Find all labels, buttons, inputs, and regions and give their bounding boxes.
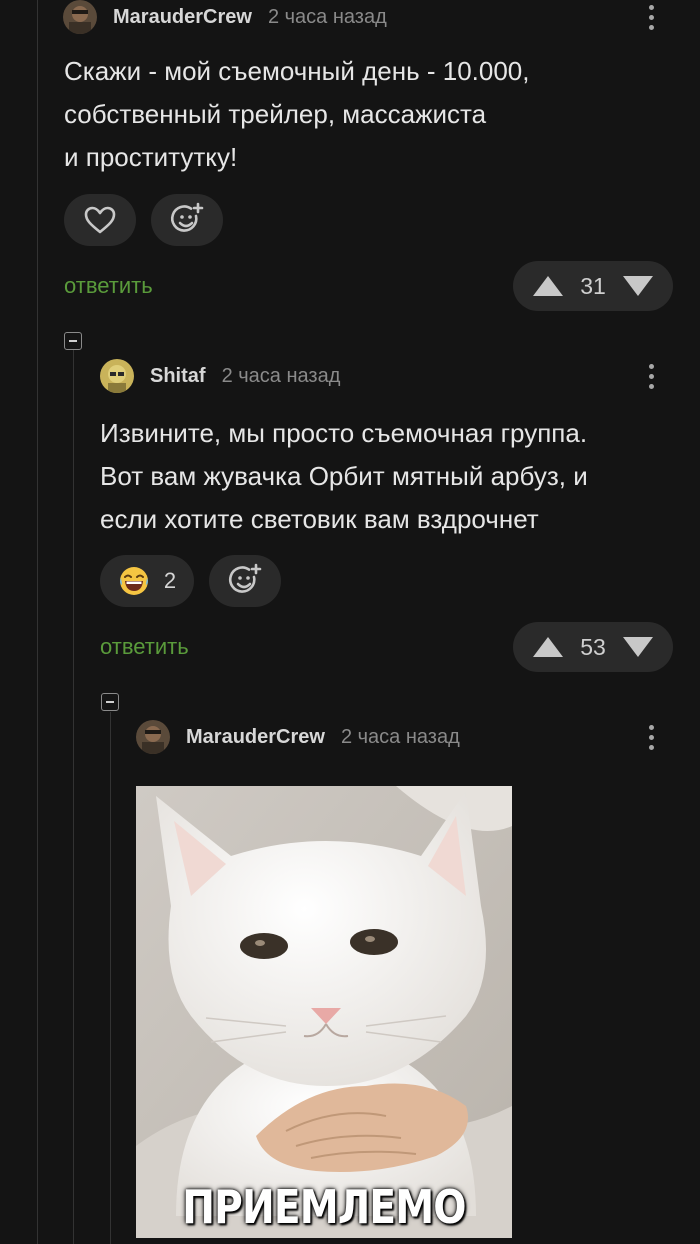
author-name[interactable]: MarauderCrew (186, 726, 325, 749)
add-reaction-icon (170, 202, 204, 232)
like-button[interactable] (64, 194, 136, 246)
comment-timestamp[interactable]: 2 часа назад (268, 6, 387, 29)
thread-line-level-1 (73, 350, 74, 1244)
vote-widget: 53 (513, 622, 673, 672)
reply-link[interactable]: ответить (100, 634, 189, 660)
triangle-up-icon[interactable] (531, 274, 565, 298)
white-cat-image (136, 786, 512, 1238)
author-name[interactable]: MarauderCrew (113, 6, 252, 29)
kebab-menu-icon[interactable] (641, 720, 661, 754)
comment-text: Извините, мы просто съемочная группа. Во… (100, 418, 588, 534)
comment-timestamp[interactable]: 2 часа назад (222, 365, 341, 388)
comment-text: Скажи - мой съемочный день - 10.000, соб… (64, 56, 530, 172)
reaction-count: 2 (163, 568, 177, 593)
kebab-menu-icon[interactable] (641, 359, 661, 393)
avatar[interactable] (100, 359, 134, 393)
heart-icon (84, 206, 116, 234)
collapse-icon[interactable] (101, 693, 119, 711)
triangle-up-icon[interactable] (531, 635, 565, 659)
author-name[interactable]: Shitaf (150, 365, 206, 388)
avatar[interactable] (63, 0, 97, 34)
comment-image[interactable]: ПРИЕМЛЕМО (136, 786, 512, 1238)
reply-link[interactable]: ответить (64, 273, 153, 299)
vote-widget: 31 (513, 261, 673, 311)
vote-score: 53 (580, 633, 606, 660)
comment-header: MarauderCrew 2 часа назад (63, 0, 387, 34)
thread-line-level-0 (37, 0, 38, 1244)
kebab-menu-icon[interactable] (641, 0, 661, 34)
image-caption: ПРИЕМЛЕМО (182, 1180, 466, 1234)
comment-header: MarauderCrew 2 часа назад (136, 720, 460, 754)
comment-timestamp[interactable]: 2 часа назад (341, 726, 460, 749)
thread-line-level-2 (110, 712, 111, 1244)
add-reaction-button[interactable] (151, 194, 223, 246)
collapse-icon[interactable] (64, 332, 82, 350)
laughing-emoji-icon (119, 567, 148, 595)
avatar[interactable] (136, 720, 170, 754)
triangle-down-icon[interactable] (621, 274, 655, 298)
reaction-pill[interactable]: 2 (100, 555, 194, 607)
add-reaction-icon (228, 563, 262, 593)
triangle-down-icon[interactable] (621, 635, 655, 659)
comment-header: Shitaf 2 часа назад (100, 359, 340, 393)
vote-score: 31 (580, 272, 606, 299)
add-reaction-button[interactable] (209, 555, 281, 607)
